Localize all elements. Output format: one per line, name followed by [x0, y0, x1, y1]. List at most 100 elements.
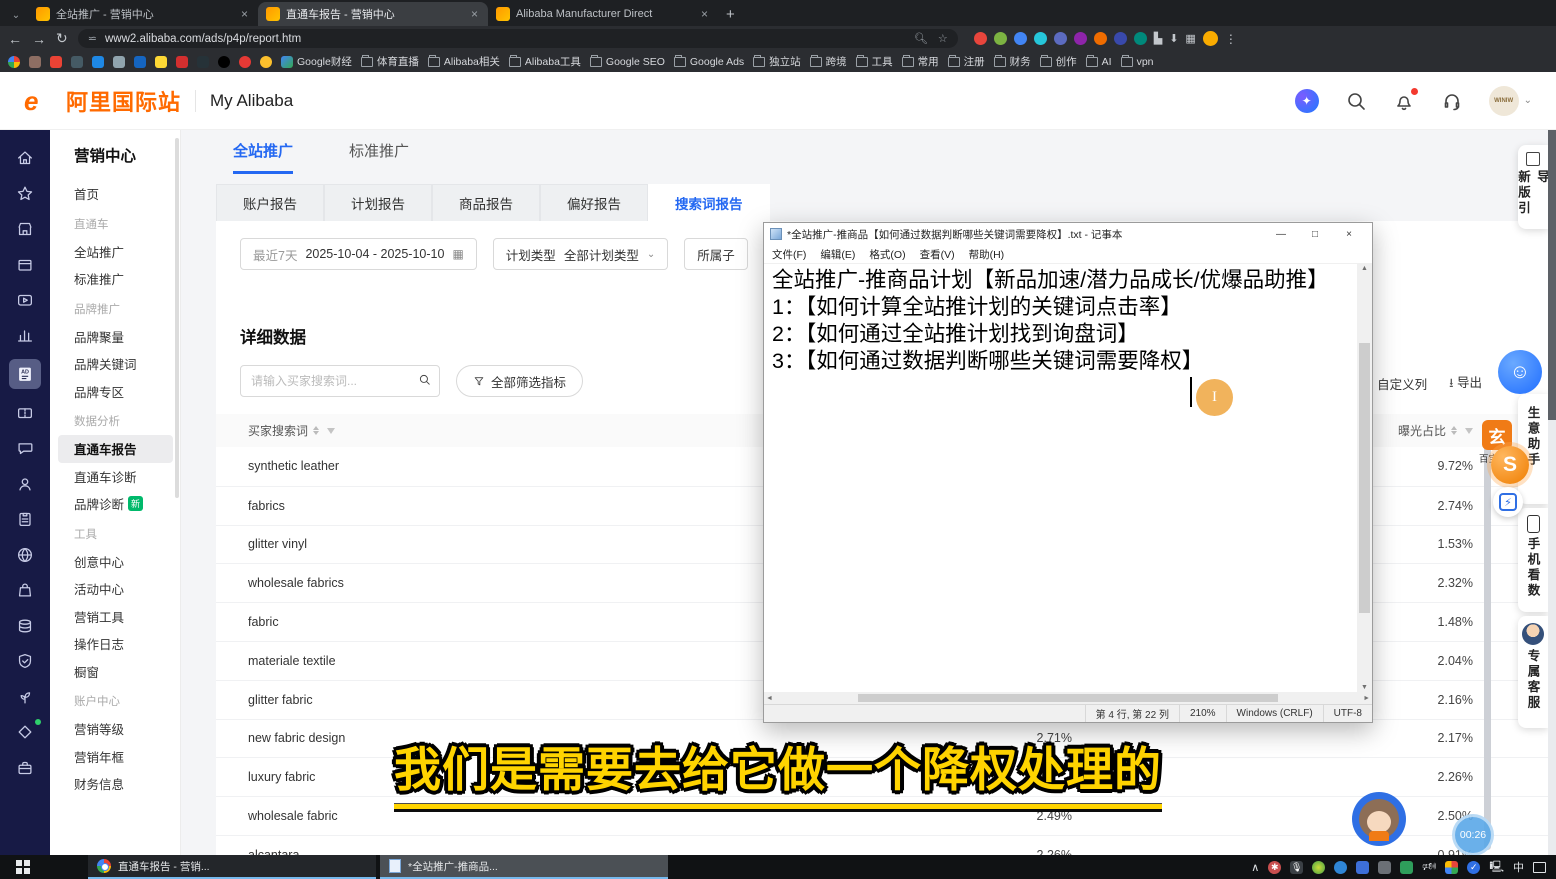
bookmark-folder-12[interactable]: AI [1086, 56, 1112, 68]
back-icon[interactable]: ← [8, 31, 22, 47]
bookmark-icon[interactable] [155, 56, 167, 68]
shield-check-icon[interactable] [11, 649, 39, 673]
bookmark-folder-5[interactable]: 独立站 [753, 54, 801, 69]
bookmark-folder-10[interactable]: 财务 [994, 54, 1031, 69]
sidebar-item-brand-keyword[interactable]: 品牌关键词 [74, 350, 180, 378]
sidebar-item-marketing-tools[interactable]: 营销工具 [74, 603, 180, 631]
search-lens-icon[interactable]: 🔍︎ [914, 32, 928, 45]
date-range-picker[interactable]: 最近7天 2025-10-04 - 2025-10-10 ▦ [240, 238, 477, 270]
tray-app-icon[interactable] [1334, 861, 1347, 874]
bookmark-tiktok-icon[interactable] [218, 56, 230, 68]
shopping-bag-icon[interactable] [11, 578, 39, 602]
bookmark-icon[interactable] [197, 56, 209, 68]
bookmark-youtube-icon[interactable] [239, 56, 251, 68]
filter-metrics-button[interactable]: 全部筛选指标 [456, 365, 583, 397]
battery-icon[interactable] [1356, 861, 1369, 874]
tab-preference-report[interactable]: 偏好报告 [540, 184, 648, 221]
bookmark-icon[interactable] [134, 56, 146, 68]
sort-icon[interactable] [1451, 426, 1457, 435]
bookmark-folder-0[interactable]: 体育直播 [361, 54, 419, 69]
notepad-horizontal-scrollbar[interactable]: ◄► [764, 692, 1372, 704]
extension-icon[interactable] [1094, 32, 1107, 45]
tab-search-chevron-icon[interactable]: ⌄ [4, 4, 28, 26]
sidebar-item-creative-center[interactable]: 创意中心 [74, 548, 180, 576]
tab-close-icon[interactable]: × [469, 7, 480, 21]
membership-diamond-icon[interactable] [11, 720, 39, 744]
extension-icon[interactable] [1034, 32, 1047, 45]
toolbox-icon[interactable] [11, 756, 39, 780]
volume-icon[interactable]: 🕬 [1422, 858, 1436, 877]
security-shield-icon[interactable]: ✓ [1467, 861, 1480, 874]
tray-expand-icon[interactable]: ∧ [1251, 861, 1259, 874]
bookmark-folder-1[interactable]: Alibaba相关 [428, 54, 500, 69]
ai-assistant-icon[interactable]: ✦ [1295, 89, 1319, 113]
filter-funnel-icon[interactable] [327, 428, 335, 434]
bookmark-google-finance[interactable]: Google财经 [281, 54, 352, 69]
notifications-bell-icon[interactable] [1393, 90, 1415, 112]
bookmark-folder-8[interactable]: 常用 [902, 54, 939, 69]
defender-icon[interactable] [1445, 861, 1458, 874]
ads-report-icon-selected[interactable]: AD [9, 359, 41, 389]
bookmark-folder-3[interactable]: Google SEO [590, 56, 665, 68]
extension-icon[interactable] [1054, 32, 1067, 45]
network-icon[interactable]: 🖳 [1489, 858, 1504, 877]
notepad-window[interactable]: *全站推广-推商品【如何通过数据判断哪些关键词需要降权】.txt - 记事本 —… [763, 222, 1373, 723]
sidebar-item-activity-center[interactable]: 活动中心 [74, 575, 180, 603]
bookmark-icon[interactable] [8, 56, 20, 68]
action-center-icon[interactable] [1533, 862, 1546, 873]
new-version-guide-tab[interactable]: 新版引导 [1518, 145, 1548, 229]
page-scrollbar-thumb[interactable] [1548, 130, 1556, 420]
tab-close-icon[interactable]: × [699, 7, 710, 21]
content-scrollbar-thumb[interactable] [1484, 430, 1491, 850]
ticket-icon[interactable] [11, 401, 39, 425]
sidebar-item-home[interactable]: 首页 [74, 180, 180, 208]
phone-data-tab[interactable]: 手机看数 [1518, 508, 1548, 612]
sidebar-item-quanzhan[interactable]: 全站推广 [74, 238, 180, 266]
favorites-star-icon[interactable] [11, 182, 39, 206]
bookmark-folder-6[interactable]: 跨境 [810, 54, 847, 69]
usb-icon[interactable] [1378, 861, 1391, 874]
extensions-puzzle-icon[interactable]: ▙ [1154, 32, 1162, 45]
sidebar-scrollbar[interactable] [175, 138, 179, 498]
search-icon[interactable] [1345, 90, 1367, 112]
window-close-button[interactable]: × [1332, 224, 1366, 244]
notepad-titlebar[interactable]: *全站推广-推商品【如何通过数据判断哪些关键词需要降权】.txt - 记事本 —… [764, 223, 1372, 245]
extension-icon[interactable] [994, 32, 1007, 45]
sidebar-item-p4p-diagnosis[interactable]: 直通车诊断 [74, 463, 180, 491]
sidebar-item-p4p-report-selected[interactable]: 直通车报告 [58, 435, 173, 463]
bookmark-folder-13[interactable]: vpn [1121, 56, 1154, 68]
menu-view[interactable]: 查看(V) [920, 247, 955, 262]
sidebar-item-annual-frame[interactable]: 营销年框 [74, 743, 180, 771]
clipboard-icon[interactable] [11, 507, 39, 531]
vpn-icon[interactable] [1400, 861, 1413, 874]
sidebar-item-finance-info[interactable]: 财务信息 [74, 770, 180, 798]
address-bar[interactable]: ⋍ www2.alibaba.com/ads/p4p/report.htm 🔍︎… [78, 29, 958, 48]
window-maximize-button[interactable]: □ [1298, 224, 1332, 244]
browser-menu-icon[interactable]: ⋮ [1225, 32, 1238, 46]
home-icon[interactable] [11, 146, 39, 170]
tab-account-report[interactable]: 账户报告 [216, 184, 324, 221]
ime-indicator[interactable]: 中 [1513, 859, 1524, 875]
menu-file[interactable]: 文件(F) [772, 247, 806, 262]
contacts-icon[interactable] [11, 472, 39, 496]
tab-product-report[interactable]: 商品报告 [432, 184, 540, 221]
growth-sprout-icon[interactable] [11, 685, 39, 709]
sub-account-select-partial[interactable]: 所属子 [684, 238, 748, 270]
business-assistant-tab[interactable]: 生意助手 [1518, 394, 1548, 504]
taskbar-chrome-button[interactable]: 直通车报告 - 营销... [88, 855, 376, 879]
bookmark-icon[interactable] [29, 56, 41, 68]
plan-type-select[interactable]: 计划类型 全部计划类型 ⌄ [493, 238, 668, 270]
sidebar-item-showcase[interactable]: 橱窗 [74, 658, 180, 686]
tray-app-icon[interactable]: ✱ [1268, 861, 1281, 874]
bookmark-icon[interactable] [176, 56, 188, 68]
bookmark-icon[interactable] [260, 56, 272, 68]
tab-close-icon[interactable]: × [239, 7, 250, 21]
sidebar-item-brand-diagnosis[interactable]: 品牌诊断新 [74, 490, 180, 518]
extension-icon[interactable] [1134, 32, 1147, 45]
exclusive-service-tab[interactable]: 专属客服 [1518, 616, 1548, 728]
analytics-chart-icon[interactable] [11, 324, 39, 348]
bookmark-folder-9[interactable]: 注册 [948, 54, 985, 69]
video-icon[interactable] [11, 288, 39, 312]
scrollbar-thumb[interactable] [858, 694, 1278, 702]
window-minimize-button[interactable]: — [1264, 224, 1298, 244]
